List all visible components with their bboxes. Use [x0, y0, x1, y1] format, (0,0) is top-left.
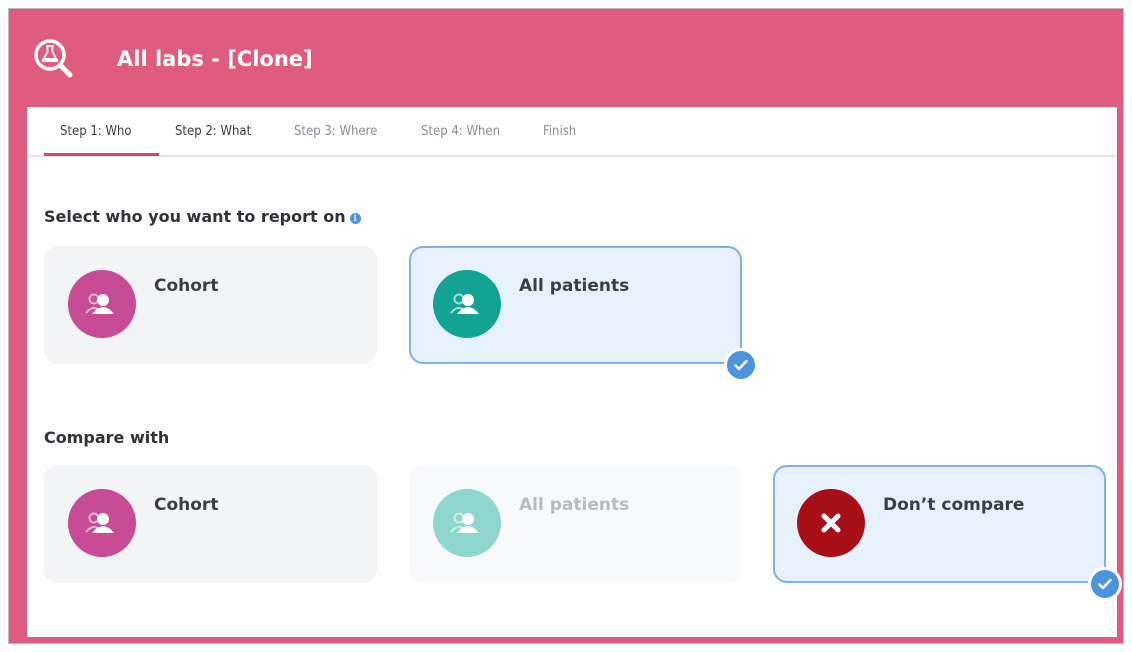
- info-icon[interactable]: i: [349, 213, 361, 224]
- wizard-panel: Step 1: Who Step 2: What Step 3: Where S…: [27, 107, 1122, 637]
- report-on-heading: Select who you want to report on i: [44, 207, 361, 226]
- person-group-icon: [433, 489, 501, 557]
- compare-with-heading: Compare with: [44, 428, 170, 447]
- card-label: Cohort: [154, 495, 219, 515]
- tab-step-2-what[interactable]: Step 2: What: [175, 107, 251, 155]
- person-group-icon: [68, 270, 136, 338]
- card-label: All patients: [519, 495, 630, 515]
- card-label: Don’t compare: [883, 495, 1025, 515]
- lab-flask-search-icon: [31, 36, 77, 82]
- active-tab-indicator: [44, 153, 159, 156]
- compare-cohort-card[interactable]: Cohort: [44, 465, 377, 583]
- wizard-tabs: Step 1: Who Step 2: What Step 3: Where S…: [27, 107, 1117, 157]
- card-label: Cohort: [154, 276, 219, 296]
- app-window: All labs - [Clone] Step 1: Who Step 2: W…: [8, 8, 1124, 644]
- header-bar: All labs - [Clone]: [9, 9, 1123, 107]
- compare-all-patients-card: All patients: [409, 465, 742, 583]
- dont-compare-card[interactable]: Don’t compare: [773, 465, 1122, 601]
- report-cohort-card[interactable]: Cohort: [44, 246, 377, 364]
- report-all-patients-card[interactable]: All patients: [409, 246, 758, 382]
- checkmark-icon: [724, 348, 758, 382]
- person-group-icon: [433, 270, 501, 338]
- card-label: All patients: [519, 276, 630, 296]
- tab-finish[interactable]: Finish: [543, 107, 576, 155]
- tab-step-4-when[interactable]: Step 4: When: [421, 107, 500, 155]
- person-group-icon: [68, 489, 136, 557]
- page-title: All labs - [Clone]: [117, 47, 313, 71]
- report-on-title: Select who you want to report on: [44, 207, 346, 226]
- close-x-icon: [797, 489, 865, 557]
- tab-step-3-where[interactable]: Step 3: Where: [294, 107, 377, 155]
- tab-step-1-who[interactable]: Step 1: Who: [60, 107, 132, 155]
- checkmark-icon: [1088, 567, 1122, 601]
